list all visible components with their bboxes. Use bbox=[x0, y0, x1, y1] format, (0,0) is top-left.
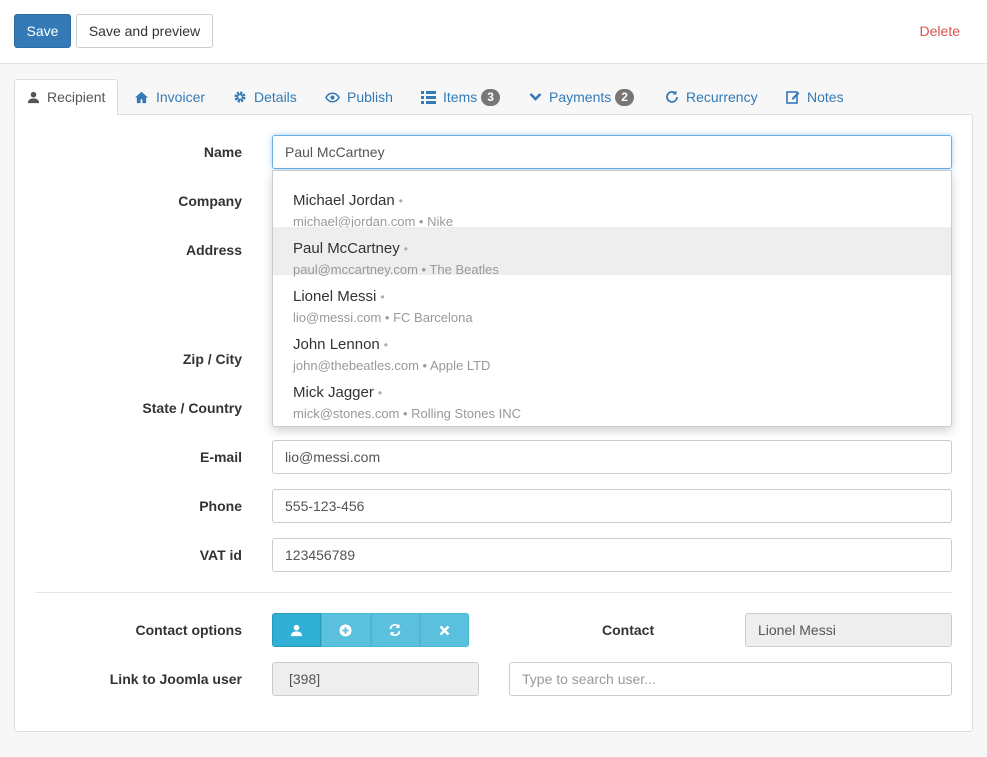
plus-circle-icon bbox=[339, 623, 352, 637]
tab-recipient[interactable]: Recipient bbox=[14, 79, 119, 115]
name-label: Name bbox=[203, 144, 242, 160]
contact-options-group bbox=[272, 613, 469, 647]
home-icon bbox=[135, 91, 148, 103]
suggestion-name: Paul McCartney bbox=[293, 240, 400, 257]
tab-notes[interactable]: Notes bbox=[774, 79, 856, 115]
tab-label: Recurrency bbox=[686, 89, 758, 105]
suggestion-dot: • bbox=[383, 338, 388, 352]
address-label: Address bbox=[185, 242, 242, 258]
name-autocomplete-dropdown: Michael Jordan • michael@jordan.com • Nik… bbox=[272, 170, 952, 427]
contact-user-button[interactable] bbox=[272, 613, 322, 647]
tab-items[interactable]: Items 3 bbox=[409, 79, 512, 115]
zip-city-label: Zip / City bbox=[182, 351, 242, 367]
items-count-badge: 3 bbox=[481, 88, 500, 106]
contact-add-button[interactable] bbox=[321, 613, 371, 647]
user-icon bbox=[291, 624, 303, 636]
tab-label: Items bbox=[443, 89, 478, 105]
tab-label: Publish bbox=[347, 89, 393, 105]
suggestion-name: John Lennon bbox=[293, 336, 380, 353]
suggestion-item[interactable]: Lionel Messi • lio@messi.com • FC Barcelo… bbox=[273, 275, 951, 325]
suggestion-dot: • bbox=[403, 242, 408, 256]
suggestion-name: Lionel Messi bbox=[293, 288, 377, 305]
tab-payments[interactable]: Payments 2 bbox=[517, 79, 646, 115]
suggestion-dot: • bbox=[377, 386, 383, 400]
list-icon bbox=[421, 90, 436, 104]
contact-remove-button[interactable] bbox=[419, 613, 469, 647]
eye-icon bbox=[325, 92, 340, 102]
suggestion-dot: • bbox=[380, 290, 385, 304]
suggestion-item[interactable]: Mick Jagger • mick@stones.com • Rolling S… bbox=[273, 371, 951, 421]
divider bbox=[35, 592, 952, 593]
tab-recurrency[interactable]: Recurrency bbox=[653, 79, 770, 115]
chevron-down-icon bbox=[529, 93, 542, 101]
contact-refresh-button[interactable] bbox=[370, 613, 420, 647]
suggestion-dot: • bbox=[398, 194, 403, 208]
phone-input[interactable]: 555-123-456 bbox=[272, 489, 952, 523]
joomla-user-id-input[interactable]: [398] bbox=[272, 662, 479, 696]
contact-label: Contact bbox=[602, 622, 655, 638]
save-and-preview-button[interactable]: Save and preview bbox=[76, 14, 213, 48]
tab-label: Details bbox=[254, 89, 297, 105]
email-input[interactable]: lio@messi.com bbox=[272, 440, 952, 474]
refresh-icon bbox=[389, 623, 401, 637]
tab-label: Recipient bbox=[47, 89, 106, 105]
toolbar: Save Save and preview Delete bbox=[0, 0, 987, 64]
joomla-user-label: Link to Joomla user bbox=[109, 671, 242, 687]
refresh-icon bbox=[666, 90, 678, 103]
vat-input[interactable]: 123456789 bbox=[272, 538, 952, 572]
suggestion-item-highlighted[interactable]: Paul McCartney • paul@mccartney.com • The… bbox=[273, 227, 951, 277]
suggestion-item[interactable]: John Lennon • john@thebeatles.com • Apple… bbox=[273, 323, 951, 373]
tab-label: Payments bbox=[549, 89, 612, 105]
email-label: E-mail bbox=[199, 449, 242, 465]
close-icon bbox=[439, 625, 450, 635]
tab-label: Invoicer bbox=[156, 89, 206, 105]
suggestion-name: Mick Jagger bbox=[293, 384, 374, 401]
payments-count-badge: 2 bbox=[615, 88, 634, 106]
user-icon bbox=[27, 91, 40, 103]
edit-icon bbox=[786, 91, 800, 104]
name-input[interactable]: Paul McCartney bbox=[272, 135, 952, 169]
company-label: Company bbox=[178, 193, 242, 209]
suggestion-name: Michael Jordan bbox=[293, 192, 395, 209]
state-country-label: State / Country bbox=[142, 400, 242, 416]
contact-options-label: Contact options bbox=[135, 622, 242, 638]
gear-icon bbox=[234, 91, 246, 103]
save-button[interactable]: Save bbox=[14, 14, 71, 48]
tab-details[interactable]: Details bbox=[221, 79, 309, 115]
tab-label: Notes bbox=[807, 89, 844, 105]
contact-input[interactable]: Lionel Messi bbox=[745, 613, 952, 647]
phone-label: Phone bbox=[199, 498, 242, 514]
delete-link[interactable]: Delete bbox=[920, 23, 960, 39]
suggestion-item[interactable]: Michael Jordan • michael@jordan.com • Nik… bbox=[273, 179, 951, 229]
tab-invoicer[interactable]: Invoicer bbox=[122, 79, 217, 115]
tab-bar: Recipient Invoicer Details Publish Items… bbox=[14, 79, 973, 115]
suggestion-details: mick@stones.com • Rolling Stones INC bbox=[293, 406, 521, 421]
joomla-user-search-input[interactable]: Type to search user... bbox=[509, 662, 952, 696]
vat-label: VAT id bbox=[199, 547, 242, 563]
tab-publish[interactable]: Publish bbox=[313, 79, 405, 115]
